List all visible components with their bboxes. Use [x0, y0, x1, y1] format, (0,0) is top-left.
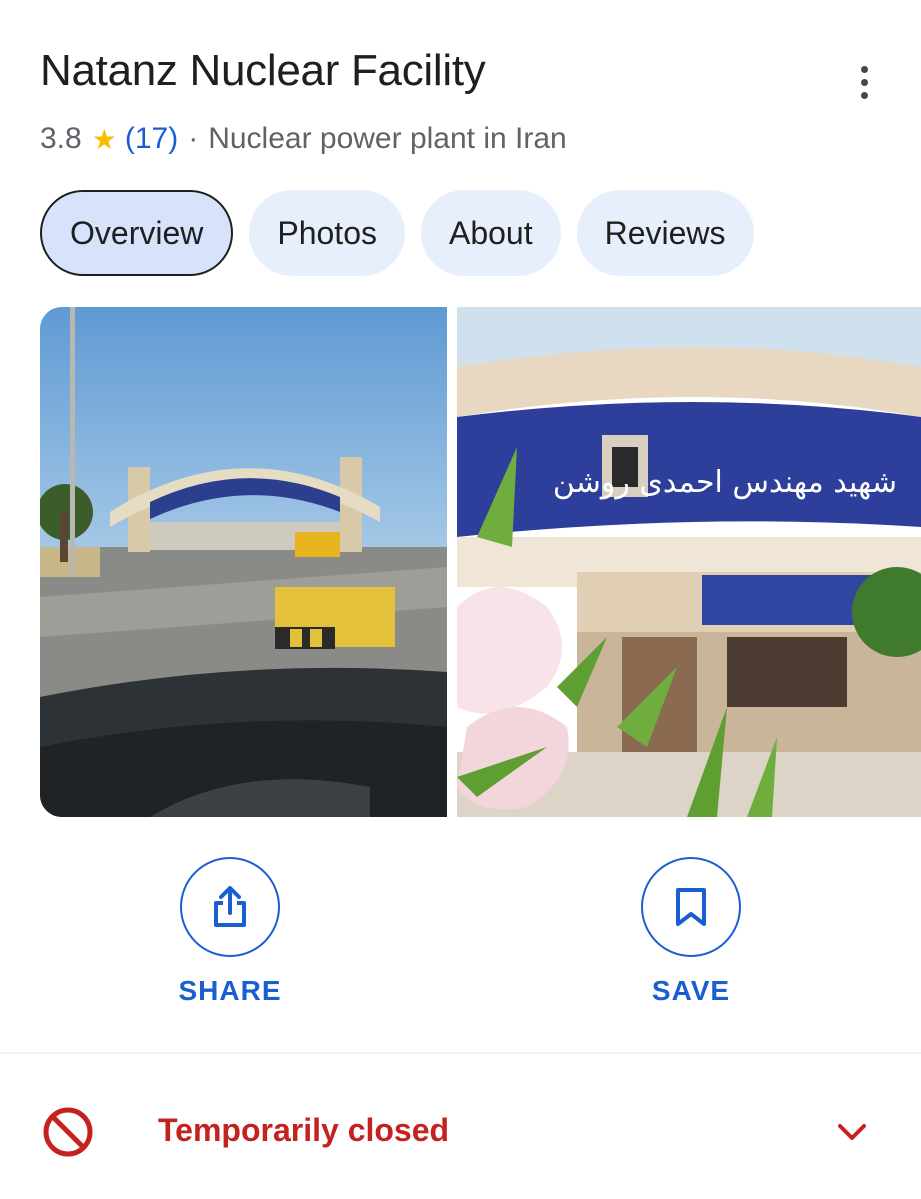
status-row[interactable]: Temporarily closed: [0, 1100, 921, 1164]
status-text: Temporarily closed: [158, 1112, 450, 1148]
chevron-down-icon[interactable]: [832, 1112, 872, 1152]
tab-overview[interactable]: Overview: [40, 190, 234, 276]
photo-sign-image: شهید مهندس احمدی روشن: [457, 307, 921, 817]
more-vert-dot: [860, 78, 868, 86]
more-vert-dot: [860, 91, 868, 99]
photo-gate-from-car[interactable]: [40, 307, 447, 817]
place-category: Nuclear power plant in Iran: [208, 122, 567, 155]
photo-entrance-sign[interactable]: شهید مهندس احمدی روشن: [457, 307, 921, 817]
star-icon: ★: [91, 123, 117, 155]
share-action[interactable]: SHARE: [165, 857, 295, 1007]
place-title: Natanz Nuclear Facility: [40, 46, 486, 95]
rating-line: 3.8 ★ (17) · Nuclear power plant in Iran: [40, 122, 567, 156]
sign-calligraphy: شهید مهندس احمدی روشن: [553, 465, 897, 500]
share-button[interactable]: [180, 857, 280, 957]
save-button[interactable]: [641, 857, 741, 957]
blocked-icon: [43, 1107, 93, 1157]
tab-bar: Overview Photos About Reviews: [40, 190, 754, 276]
more-vert-icon: [860, 65, 868, 73]
more-options-button[interactable]: [840, 58, 888, 106]
share-icon: [214, 886, 246, 927]
section-divider: [0, 1052, 921, 1054]
tab-reviews[interactable]: Reviews: [576, 190, 754, 276]
review-count-link[interactable]: (17): [125, 122, 178, 156]
save-action[interactable]: SAVE: [626, 857, 756, 1007]
photo-gate-image: [40, 307, 447, 817]
bookmark-icon: [676, 888, 706, 926]
rating-value: 3.8: [40, 122, 82, 155]
share-label: SHARE: [178, 975, 282, 1006]
save-label: SAVE: [651, 975, 731, 1006]
tab-about[interactable]: About: [420, 190, 561, 276]
tab-photos[interactable]: Photos: [249, 190, 405, 276]
separator-dot: ·: [188, 122, 199, 155]
